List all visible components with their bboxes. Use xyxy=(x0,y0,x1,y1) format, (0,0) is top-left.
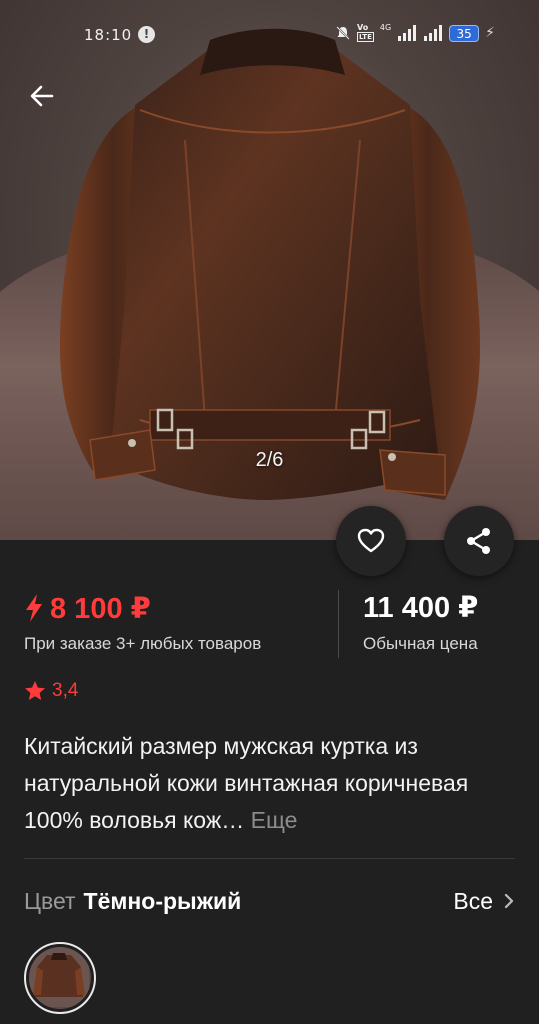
price-divider xyxy=(338,590,339,658)
signal-icon xyxy=(398,25,417,41)
promo-price: 8 100 ₽ xyxy=(24,590,261,626)
jacket-thumbnail xyxy=(29,947,89,1007)
chevron-right-icon xyxy=(504,893,514,909)
see-all-colors-button[interactable]: Все xyxy=(453,888,515,915)
product-title-text: Китайский размер мужская куртка из натур… xyxy=(24,733,469,833)
lightning-icon xyxy=(26,594,42,622)
rating[interactable]: 3,4 xyxy=(24,680,78,702)
volte-bottom: LTE xyxy=(357,32,374,42)
color-value: Тёмно-рыжий xyxy=(83,887,242,914)
arrow-left-icon xyxy=(30,85,54,107)
battery-icon: 35 xyxy=(449,24,480,42)
promo-price-note: При заказе 3+ любых товаров xyxy=(24,634,262,653)
section-divider xyxy=(24,858,515,859)
status-bar: 18:10 ! Vo LTE 4G 35 ⚡ xyxy=(0,0,539,70)
mute-icon xyxy=(336,26,350,40)
color-label: Цвет xyxy=(24,887,76,914)
promo-price-value: 8 100 ₽ xyxy=(50,592,151,625)
promo-price-block: 8 100 ₽ При заказе 3+ любых товаров xyxy=(24,590,261,654)
heart-icon xyxy=(357,528,385,553)
status-time: 18:10 xyxy=(84,26,133,44)
color-selector[interactable]: Цвет Тёмно-рыжий Все xyxy=(24,884,515,918)
more-link[interactable]: Еще xyxy=(251,807,298,833)
product-image-gallery[interactable]: 18:10 ! Vo LTE 4G 35 ⚡ 2/6 xyxy=(0,0,539,540)
share-button[interactable] xyxy=(444,506,514,576)
charging-icon: ⚡ xyxy=(485,25,495,41)
volte-indicator: Vo LTE xyxy=(357,24,374,42)
regular-price: 11 400 ₽ xyxy=(363,592,479,624)
photo-counter: 2/6 xyxy=(255,449,284,471)
volte-top: Vo xyxy=(357,23,369,32)
color-swatch-thumbnail xyxy=(29,947,91,1009)
network-type: 4G xyxy=(379,23,392,32)
star-icon xyxy=(25,681,45,700)
signal-icon-sim2 xyxy=(424,25,443,41)
wishlist-button[interactable] xyxy=(336,506,406,576)
share-icon xyxy=(467,528,490,554)
back-button[interactable] xyxy=(22,76,62,116)
color-swatch-selected[interactable] xyxy=(24,942,96,1014)
rating-value: 3,4 xyxy=(52,680,79,701)
product-title[interactable]: Китайский размер мужская куртка из натур… xyxy=(24,728,520,839)
status-icons: Vo LTE 4G 35 ⚡ xyxy=(335,23,495,42)
see-all-label: Все xyxy=(453,887,493,914)
regular-price-note: Обычная цена xyxy=(363,634,478,653)
regular-price-block: 11 400 ₽ Обычная цена xyxy=(363,590,478,654)
alert-icon: ! xyxy=(138,26,155,43)
